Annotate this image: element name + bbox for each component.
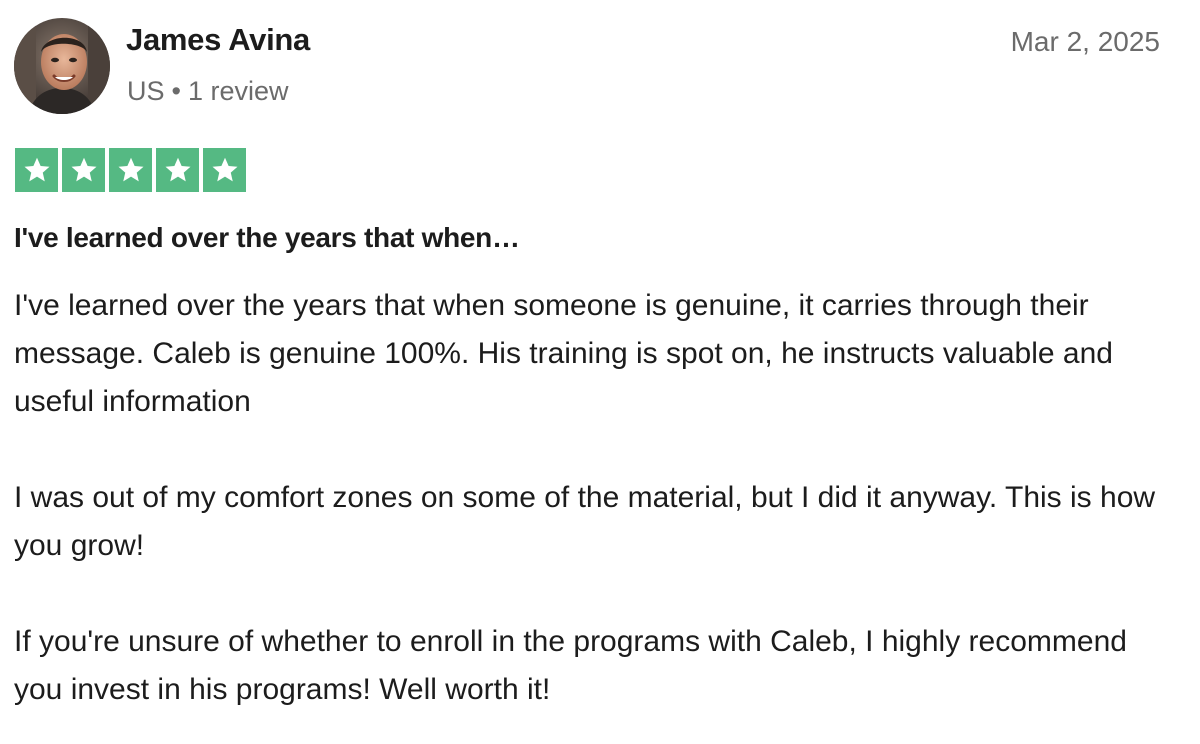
reviewer-meta: US • 1 review bbox=[127, 76, 289, 107]
avatar-photo-icon bbox=[14, 18, 110, 114]
star-icon bbox=[118, 157, 143, 182]
review-title[interactable]: I've learned over the years that when… bbox=[14, 222, 520, 254]
review-body: I've learned over the years that when so… bbox=[14, 282, 1174, 714]
reviewer-country: US bbox=[127, 76, 165, 106]
review-card: James Avina US • 1 review Mar 2, 2025 I've… bbox=[0, 0, 1200, 744]
star-icon bbox=[165, 157, 190, 182]
star-box-3 bbox=[109, 148, 152, 192]
star-box-1 bbox=[15, 148, 58, 192]
review-paragraph: I've learned over the years that when so… bbox=[14, 289, 1113, 418]
review-paragraph: I was out of my comfort zones on some of… bbox=[14, 481, 1156, 562]
star-icon bbox=[24, 157, 49, 182]
review-date: Mar 2, 2025 bbox=[1010, 26, 1160, 57]
meta-separator: • bbox=[171, 76, 181, 106]
star-rating bbox=[15, 148, 246, 192]
star-box-5 bbox=[203, 148, 246, 192]
star-box-2 bbox=[62, 148, 105, 192]
star-box-4 bbox=[156, 148, 199, 192]
reviewer-review-count[interactable]: 1 review bbox=[188, 76, 289, 106]
reviewer-name[interactable]: James Avina bbox=[126, 22, 310, 58]
review-paragraph: If you're unsure of whether to enroll in… bbox=[14, 625, 1127, 706]
star-icon bbox=[71, 157, 96, 182]
star-icon bbox=[212, 157, 237, 182]
avatar[interactable] bbox=[14, 18, 110, 114]
